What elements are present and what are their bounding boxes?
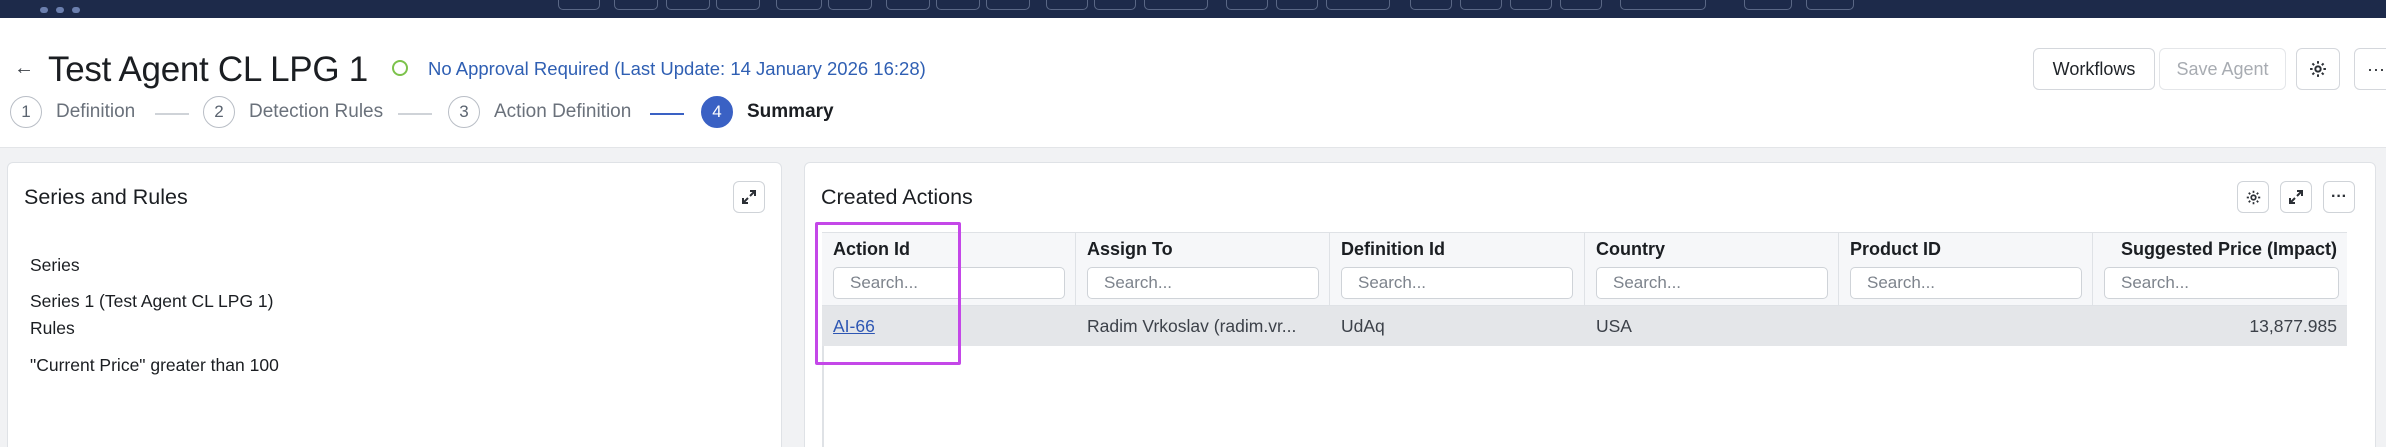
rules-value: "Current Price" greater than 100 [30,355,279,375]
approval-status: No Approval Required (Last Update: 14 Ja… [428,58,926,79]
toolbar-button[interactable] [1226,0,1268,10]
filter-assign-to-input[interactable] [1087,267,1319,299]
column-header[interactable]: Product ID [1850,239,1941,260]
step-connector [155,113,189,115]
column-header[interactable]: Assign To [1087,239,1173,260]
page-title: Test Agent CL LPG 1 [48,50,368,89]
toolbar-button[interactable] [1144,0,1208,10]
definition-id-cell: UdAq [1341,316,1385,336]
highlight-box [815,222,961,365]
toolbar-button[interactable] [1276,0,1318,10]
column-suggested-price[interactable]: Suggested Price (Impact) [2093,233,2347,307]
gear-icon [2310,61,2326,77]
assign-to-cell: Radim Vrkoslav (radim.vr... [1087,316,1297,336]
expand-icon [2289,190,2303,204]
rules-heading: Rules [30,318,75,338]
toolbar-button[interactable] [1806,0,1854,10]
step-number: 2 [203,96,235,128]
series-rules-panel: Series and Rules Series Series 1 (Test A… [7,162,782,447]
panel-title: Series and Rules [24,185,188,209]
column-header[interactable]: Definition Id [1341,239,1445,260]
app-logo [40,0,130,13]
column-product-id[interactable]: Product ID [1839,233,2093,307]
step-action-definition[interactable]: 3 Action Definition [448,96,631,128]
column-assign-to[interactable]: Assign To [1076,233,1330,307]
toolbar-button[interactable] [1326,0,1390,10]
toolbar-button[interactable] [666,0,710,10]
back-arrow-icon[interactable]: ← [14,58,34,78]
toolbar-button[interactable] [776,0,822,10]
step-definition[interactable]: 1 Definition [10,96,135,128]
toolbar-button[interactable] [986,0,1030,10]
panel-title: Created Actions [821,185,973,209]
status-ok-icon [392,60,408,76]
more-horizontal-icon: ··· [2331,188,2347,205]
toolbar-button[interactable] [1410,0,1452,10]
toolbar-button[interactable] [614,0,658,10]
filter-country-input[interactable] [1596,267,1828,299]
step-number: 4 [701,96,733,128]
step-number: 1 [10,96,42,128]
toolbar-button[interactable] [1046,0,1088,10]
more-options-button[interactable]: ··· [2354,48,2386,90]
column-header[interactable]: Suggested Price (Impact) [2121,239,2337,260]
expand-icon [742,190,756,204]
more-options-button[interactable]: ··· [2323,181,2355,213]
step-detection-rules[interactable]: 2 Detection Rules [203,96,383,128]
step-summary[interactable]: 4 Summary [701,96,834,128]
save-agent-button[interactable]: Save Agent [2159,48,2286,90]
column-header[interactable]: Country [1596,239,1665,260]
step-label: Action Definition [494,101,632,122]
step-connector [398,113,432,115]
table-row[interactable]: AI-66 Radim Vrkoslav (radim.vr... UdAq U… [822,306,2347,346]
table-header: Action Id Assign To Definition Id Countr… [822,232,2347,307]
toolbar-button[interactable] [1560,0,1602,10]
toolbar-button[interactable] [886,0,930,10]
product-id-cell [1850,306,2082,346]
settings-button[interactable] [2296,48,2340,90]
top-nav-bar [0,0,2386,18]
step-connector [650,113,684,115]
toolbar-button[interactable] [716,0,760,10]
filter-definition-id-input[interactable] [1341,267,1573,299]
toolbar-button[interactable] [828,0,872,10]
agent-header: ← Test Agent CL LPG 1 No Approval Requir… [0,18,2386,148]
toolbar-button[interactable] [1460,0,1502,10]
filter-product-id-input[interactable] [1850,267,2082,299]
suggested-price-cell: 13,877.985 [2249,316,2337,336]
step-number: 3 [448,96,480,128]
expand-button[interactable] [2280,181,2312,213]
country-cell: USA [1596,316,1632,336]
step-label: Summary [747,101,834,122]
toolbar-button[interactable] [1620,0,1706,10]
toolbar-button[interactable] [1510,0,1552,10]
settings-button[interactable] [2237,181,2269,213]
column-definition-id[interactable]: Definition Id [1330,233,1585,307]
series-value: Series 1 (Test Agent CL LPG 1) [30,291,274,311]
toolbar-button[interactable] [936,0,980,10]
filter-suggested-price-input[interactable] [2104,267,2339,299]
expand-button[interactable] [733,181,765,213]
step-label: Detection Rules [249,101,384,122]
toolbar-button[interactable] [558,0,600,10]
series-heading: Series [30,255,80,275]
workflows-button[interactable]: Workflows [2033,48,2155,90]
gear-icon [2246,190,2260,204]
step-label: Definition [56,101,136,122]
toolbar-button[interactable] [1094,0,1136,10]
column-country[interactable]: Country [1585,233,1839,307]
toolbar-button[interactable] [1744,0,1792,10]
